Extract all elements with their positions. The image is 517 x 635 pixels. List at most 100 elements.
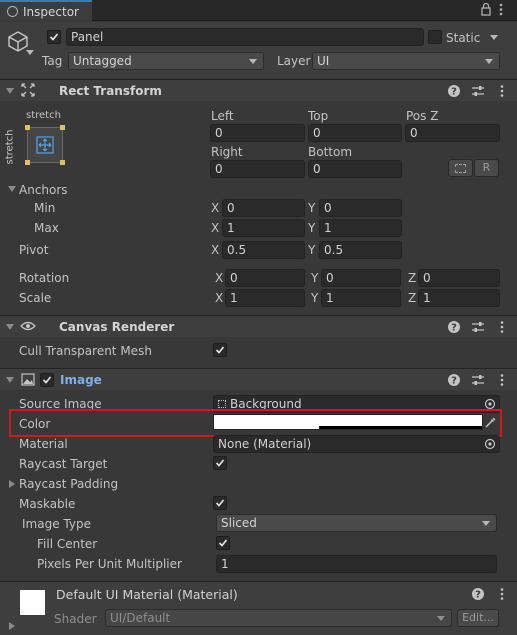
help-icon[interactable]: ?	[447, 84, 461, 98]
help-icon[interactable]: ?	[447, 320, 461, 334]
shader-dropdown[interactable]: UI/Default	[105, 609, 452, 627]
raw-edit-button[interactable]: R	[474, 159, 499, 177]
pivot-x-field[interactable]: 0.5	[222, 241, 305, 259]
tab-inspector-label: Inspector	[23, 5, 79, 19]
scale-z-label: Z	[408, 291, 417, 305]
bottom-field[interactable]: 0	[308, 160, 402, 178]
foldout-arrow[interactable]	[6, 88, 14, 94]
material-swatch	[20, 590, 45, 615]
svg-text:?: ?	[451, 87, 457, 98]
preset-icon[interactable]	[471, 373, 485, 387]
sprite-icon	[218, 400, 226, 408]
image-type-value: Sliced	[221, 516, 257, 530]
anchor-corner	[25, 125, 30, 130]
canvas-renderer-header[interactable]: Canvas Renderer ?	[0, 315, 517, 337]
fill-center-checkbox[interactable]	[216, 536, 230, 550]
raycast-target-checkbox[interactable]	[213, 456, 227, 470]
lock-icon[interactable]	[481, 2, 491, 19]
rot-y-label: Y	[311, 271, 319, 285]
scale-x-field[interactable]: 1	[225, 289, 305, 307]
min-label: Min	[34, 201, 56, 215]
rot-y-field[interactable]: 0	[321, 269, 401, 287]
component-menu-icon[interactable]	[495, 320, 509, 334]
max-y-field[interactable]: 1	[319, 219, 402, 237]
rot-x-label: X	[215, 271, 224, 285]
anchor-corner	[60, 160, 65, 165]
help-icon[interactable]: ?	[447, 373, 461, 387]
chevron-down-icon	[437, 616, 445, 621]
static-label: Static	[446, 31, 481, 45]
anchors-foldout[interactable]	[8, 186, 16, 192]
layer-label: Layer	[277, 54, 311, 68]
anchor-corner	[60, 125, 65, 130]
scale-y-field[interactable]: 1	[321, 289, 401, 307]
anchor-presets-button[interactable]	[25, 125, 65, 165]
gameobject-name-field[interactable]: Panel	[66, 28, 424, 46]
svg-text:?: ?	[451, 376, 457, 387]
chevron-down-icon	[249, 59, 257, 64]
foldout-arrow[interactable]	[6, 377, 14, 383]
target-icon[interactable]	[484, 438, 496, 452]
shader-label: Shader	[54, 612, 97, 626]
material-preview-title: Default UI Material (Material)	[56, 587, 238, 602]
ppu-multiplier-field[interactable]: 1	[216, 555, 497, 573]
right-field[interactable]: 0	[210, 160, 305, 178]
left-field[interactable]: 0	[210, 124, 305, 142]
tag-dropdown[interactable]: Untagged	[68, 52, 264, 70]
rect-transform-icon	[21, 83, 35, 100]
tab-inspector[interactable]: Inspector	[0, 0, 92, 21]
canvas-renderer-title: Canvas Renderer	[59, 320, 175, 334]
raycast-padding-foldout[interactable]	[9, 480, 15, 488]
image-title: Image	[60, 373, 102, 387]
rot-z-field[interactable]: 0	[418, 269, 500, 287]
top-field[interactable]: 0	[308, 124, 402, 142]
tag-label: Tag	[42, 54, 63, 68]
image-header[interactable]: Image ?	[0, 368, 517, 390]
component-menu-icon[interactable]	[495, 373, 509, 387]
rect-transform-header[interactable]: Rect Transform ?	[0, 79, 517, 101]
component-menu-icon[interactable]	[495, 587, 509, 601]
menu-dots-icon[interactable]	[499, 3, 503, 19]
min-y-field[interactable]: 0	[319, 199, 402, 217]
blueprint-mode-button[interactable]	[448, 159, 473, 177]
image-type-dropdown[interactable]: Sliced	[216, 514, 497, 532]
min-x-label: X	[211, 201, 220, 215]
active-checkbox[interactable]	[47, 30, 61, 44]
posz-field[interactable]: 0	[405, 124, 500, 142]
left-label: Left	[211, 109, 234, 123]
pivot-label: Pivot	[19, 243, 49, 257]
pivot-x-label: X	[211, 243, 220, 257]
max-x-field[interactable]: 1	[222, 219, 305, 237]
image-type-label: Image Type	[22, 517, 91, 531]
component-menu-icon[interactable]	[495, 84, 509, 98]
preset-icon[interactable]	[471, 84, 485, 98]
anchors-label[interactable]: Anchors	[19, 183, 68, 197]
help-icon[interactable]: ?	[471, 587, 485, 601]
scale-z-field[interactable]: 1	[418, 289, 500, 307]
edit-shader-button[interactable]: Edit...	[457, 609, 499, 627]
foldout-arrow[interactable]	[6, 324, 14, 330]
rot-x-field[interactable]: 0	[225, 269, 305, 287]
scale-y-label: Y	[311, 291, 319, 305]
inspector-icon	[7, 6, 18, 17]
icon-dropdown-arrow[interactable]	[26, 50, 34, 55]
image-enabled-checkbox[interactable]	[40, 373, 54, 387]
cull-transparent-mesh-checkbox[interactable]	[213, 343, 227, 357]
layer-dropdown[interactable]: UI	[312, 52, 500, 70]
material-preview-foldout[interactable]	[9, 622, 15, 630]
eye-icon	[20, 320, 36, 335]
maskable-checkbox[interactable]	[213, 496, 227, 510]
material-field[interactable]: None (Material)	[213, 435, 500, 453]
preset-icon[interactable]	[471, 320, 485, 334]
pivot-y-label: Y	[308, 243, 316, 257]
static-dropdown-arrow[interactable]	[490, 35, 498, 40]
pivot-y-field[interactable]: 0.5	[319, 241, 402, 259]
top-label: Top	[308, 109, 329, 123]
min-x-field[interactable]: 0	[222, 199, 305, 217]
posz-label: Pos Z	[406, 109, 439, 123]
max-label: Max	[34, 221, 59, 235]
raycast-padding-label[interactable]: Raycast Padding	[19, 477, 118, 491]
bottom-label: Bottom	[308, 145, 353, 159]
min-y-label: Y	[308, 201, 316, 215]
static-checkbox[interactable]	[428, 30, 442, 44]
